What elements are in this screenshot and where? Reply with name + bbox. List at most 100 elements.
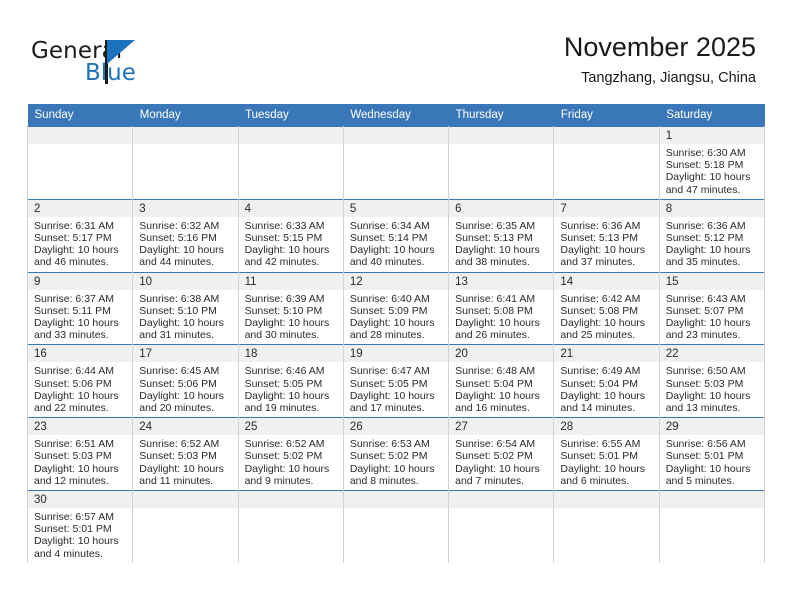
day-details: Sunrise: 6:56 AM Sunset: 5:01 PM Daylight:… bbox=[660, 435, 764, 490]
sunrise-time: Sunrise: 6:52 AM bbox=[139, 438, 220, 451]
calendar-day-cell[interactable]: 14 Sunrise: 6:42 AM Sunset: 5:08 PM Dayligh… bbox=[553, 271, 660, 345]
calendar-day-cell[interactable]: 29 Sunrise: 6:56 AM Sunset: 5:01 PM Dayligh… bbox=[658, 417, 766, 491]
daylight-duration-line2: and 23 minutes. bbox=[665, 329, 741, 342]
daylight-duration-line1: Daylight: 10 hours bbox=[665, 171, 751, 184]
day-number bbox=[238, 491, 343, 509]
daylight-duration-line1: Daylight: 10 hours bbox=[560, 317, 646, 330]
calendar-day-cell[interactable]: 28 Sunrise: 6:55 AM Sunset: 5:01 PM Dayligh… bbox=[553, 417, 660, 491]
calendar-table: Sunday Monday Tuesday Wednesday Thursday… bbox=[26, 104, 766, 563]
day-number: 29 bbox=[659, 418, 764, 436]
calendar-day-cell[interactable]: 9 Sunrise: 6:37 AM Sunset: 5:11 PM Daylight… bbox=[26, 271, 134, 345]
calendar-day-cell[interactable]: 21 Sunrise: 6:49 AM Sunset: 5:04 PM Dayligh… bbox=[553, 344, 660, 418]
brand-name-blue: Blue bbox=[85, 60, 136, 86]
weekday-header-monday: Monday bbox=[132, 104, 239, 127]
page-header: General Blue November 2025 Tangzhang, Ji… bbox=[0, 0, 792, 104]
sunrise-time: Sunrise: 6:42 AM bbox=[560, 292, 641, 305]
sunset-time: Sunset: 5:09 PM bbox=[349, 304, 428, 317]
daylight-duration-line2: and 42 minutes. bbox=[244, 256, 320, 269]
calendar-cell-empty bbox=[132, 126, 239, 200]
day-details: Sunrise: 6:47 AM Sunset: 5:05 PM Daylight:… bbox=[344, 362, 448, 417]
sunset-time: Sunset: 5:15 PM bbox=[244, 232, 323, 245]
sunset-time: Sunset: 5:06 PM bbox=[139, 377, 217, 390]
sunrise-time: Sunrise: 6:50 AM bbox=[665, 365, 746, 378]
sunrise-time: Sunrise: 6:51 AM bbox=[34, 438, 114, 451]
sunset-time: Sunset: 5:08 PM bbox=[455, 304, 533, 317]
day-number: 1 bbox=[659, 127, 764, 144]
sunrise-time: Sunrise: 6:40 AM bbox=[349, 292, 430, 305]
daylight-duration-line1: Daylight: 10 hours bbox=[139, 389, 224, 402]
day-details: Sunrise: 6:52 AM Sunset: 5:03 PM Daylight:… bbox=[133, 435, 237, 490]
daylight-duration-line2: and 12 minutes. bbox=[34, 474, 109, 487]
brand-logo[interactable]: General Blue bbox=[31, 38, 231, 90]
daylight-duration-line2: and 30 minutes. bbox=[244, 329, 320, 342]
calendar-day-cell[interactable]: 17 Sunrise: 6:45 AM Sunset: 5:06 PM Dayligh… bbox=[132, 344, 239, 418]
calendar-day-cell[interactable]: 7 Sunrise: 6:36 AM Sunset: 5:13 PM Daylight… bbox=[553, 198, 660, 273]
sunset-time: Sunset: 5:14 PM bbox=[349, 232, 428, 245]
daylight-duration-line2: and 38 minutes. bbox=[455, 256, 530, 269]
calendar-day-cell[interactable]: 10 Sunrise: 6:38 AM Sunset: 5:10 PM Dayligh… bbox=[132, 271, 239, 345]
calendar-day-cell[interactable]: 12 Sunrise: 6:40 AM Sunset: 5:09 PM Dayligh… bbox=[342, 271, 450, 345]
day-number: 6 bbox=[449, 199, 554, 217]
calendar-day-cell[interactable]: 13 Sunrise: 6:41 AM Sunset: 5:08 PM Dayligh… bbox=[448, 271, 555, 345]
sunrise-time: Sunrise: 6:33 AM bbox=[244, 219, 325, 232]
sunset-time: Sunset: 5:01 PM bbox=[665, 450, 744, 463]
calendar-day-cell[interactable]: 24 Sunrise: 6:52 AM Sunset: 5:03 PM Dayligh… bbox=[132, 417, 239, 491]
day-details: Sunrise: 6:33 AM Sunset: 5:15 PM Daylight:… bbox=[239, 217, 343, 272]
calendar-cell-empty bbox=[132, 490, 239, 563]
calendar-day-cell[interactable]: 20 Sunrise: 6:48 AM Sunset: 5:04 PM Dayligh… bbox=[448, 344, 555, 418]
day-number bbox=[554, 491, 659, 509]
sunrise-time: Sunrise: 6:52 AM bbox=[244, 438, 325, 451]
calendar-day-cell[interactable]: 30 Sunrise: 6:57 AM Sunset: 5:01 PM Dayligh… bbox=[26, 490, 134, 563]
calendar-day-cell[interactable]: 1 Sunrise: 6:30 AM Sunset: 5:18 PM Daylight… bbox=[658, 126, 766, 200]
calendar-day-cell[interactable]: 2 Sunrise: 6:31 AM Sunset: 5:17 PM Daylight… bbox=[26, 198, 134, 273]
daylight-duration-line1: Daylight: 10 hours bbox=[560, 244, 646, 257]
day-details: Sunrise: 6:34 AM Sunset: 5:14 PM Daylight:… bbox=[344, 217, 448, 272]
day-number: 27 bbox=[449, 418, 554, 436]
calendar-day-cell[interactable]: 27 Sunrise: 6:54 AM Sunset: 5:02 PM Dayligh… bbox=[448, 417, 555, 491]
day-details: Sunrise: 6:36 AM Sunset: 5:12 PM Daylight:… bbox=[660, 217, 764, 272]
sunset-time: Sunset: 5:13 PM bbox=[455, 232, 533, 245]
day-number: 20 bbox=[449, 345, 554, 363]
calendar-day-cell[interactable]: 4 Sunrise: 6:33 AM Sunset: 5:15 PM Daylight… bbox=[237, 198, 344, 273]
calendar-day-cell[interactable]: 8 Sunrise: 6:36 AM Sunset: 5:12 PM Daylight… bbox=[658, 198, 766, 273]
day-number: 21 bbox=[554, 345, 659, 363]
daylight-duration-line1: Daylight: 10 hours bbox=[34, 317, 119, 330]
daylight-duration-line1: Daylight: 10 hours bbox=[34, 535, 119, 548]
daylight-duration-line2: and 20 minutes. bbox=[139, 402, 214, 415]
day-details: Sunrise: 6:45 AM Sunset: 5:06 PM Daylight:… bbox=[133, 362, 237, 417]
calendar-day-cell[interactable]: 25 Sunrise: 6:52 AM Sunset: 5:02 PM Dayligh… bbox=[237, 417, 344, 491]
daylight-duration-line2: and 47 minutes. bbox=[665, 183, 741, 196]
day-number bbox=[449, 491, 554, 509]
daylight-duration-line1: Daylight: 10 hours bbox=[455, 244, 540, 257]
daylight-duration-line2: and 7 minutes. bbox=[455, 474, 525, 487]
calendar-day-cell[interactable]: 22 Sunrise: 6:50 AM Sunset: 5:03 PM Dayligh… bbox=[658, 344, 766, 418]
calendar-day-cell[interactable]: 18 Sunrise: 6:46 AM Sunset: 5:05 PM Dayligh… bbox=[237, 344, 344, 418]
calendar-day-cell[interactable]: 6 Sunrise: 6:35 AM Sunset: 5:13 PM Daylight… bbox=[448, 198, 555, 273]
sunrise-time: Sunrise: 6:57 AM bbox=[34, 511, 114, 524]
sunrise-time: Sunrise: 6:30 AM bbox=[665, 147, 746, 159]
daylight-duration-line2: and 19 minutes. bbox=[244, 402, 320, 415]
day-details: Sunrise: 6:31 AM Sunset: 5:17 PM Daylight:… bbox=[28, 217, 132, 272]
calendar-day-cell[interactable]: 5 Sunrise: 6:34 AM Sunset: 5:14 PM Daylight… bbox=[342, 198, 450, 273]
daylight-duration-line2: and 37 minutes. bbox=[560, 256, 636, 269]
sunrise-time: Sunrise: 6:39 AM bbox=[244, 292, 325, 305]
daylight-duration-line1: Daylight: 10 hours bbox=[349, 317, 435, 330]
sunset-time: Sunset: 5:04 PM bbox=[455, 377, 533, 390]
sunrise-time: Sunrise: 6:44 AM bbox=[34, 365, 114, 378]
calendar-day-cell[interactable]: 3 Sunrise: 6:32 AM Sunset: 5:16 PM Daylight… bbox=[132, 198, 239, 273]
calendar-day-cell[interactable]: 26 Sunrise: 6:53 AM Sunset: 5:02 PM Dayligh… bbox=[342, 417, 450, 491]
calendar-day-cell[interactable]: 23 Sunrise: 6:51 AM Sunset: 5:03 PM Dayligh… bbox=[26, 417, 134, 491]
calendar-day-cell[interactable]: 19 Sunrise: 6:47 AM Sunset: 5:05 PM Dayligh… bbox=[342, 344, 450, 418]
calendar-body: 1 Sunrise: 6:30 AM Sunset: 5:18 PM Daylight… bbox=[26, 126, 766, 563]
weekday-header-thursday: Thursday bbox=[448, 104, 554, 127]
calendar-day-cell[interactable]: 16 Sunrise: 6:44 AM Sunset: 5:06 PM Dayligh… bbox=[26, 344, 134, 418]
day-number: 8 bbox=[659, 199, 764, 217]
daylight-duration-line1: Daylight: 10 hours bbox=[560, 389, 646, 402]
calendar-day-cell[interactable]: 11 Sunrise: 6:39 AM Sunset: 5:10 PM Dayligh… bbox=[237, 271, 344, 345]
daylight-duration-line2: and 35 minutes. bbox=[665, 256, 741, 269]
calendar-page: General Blue November 2025 Tangzhang, Ji… bbox=[0, 0, 792, 612]
calendar-week-row: 23 Sunrise: 6:51 AM Sunset: 5:03 PM Dayligh… bbox=[26, 417, 766, 491]
day-details: Sunrise: 6:32 AM Sunset: 5:16 PM Daylight:… bbox=[133, 217, 237, 272]
sunset-time: Sunset: 5:16 PM bbox=[139, 232, 217, 245]
calendar-day-cell[interactable]: 15 Sunrise: 6:43 AM Sunset: 5:07 PM Dayligh… bbox=[658, 271, 766, 345]
